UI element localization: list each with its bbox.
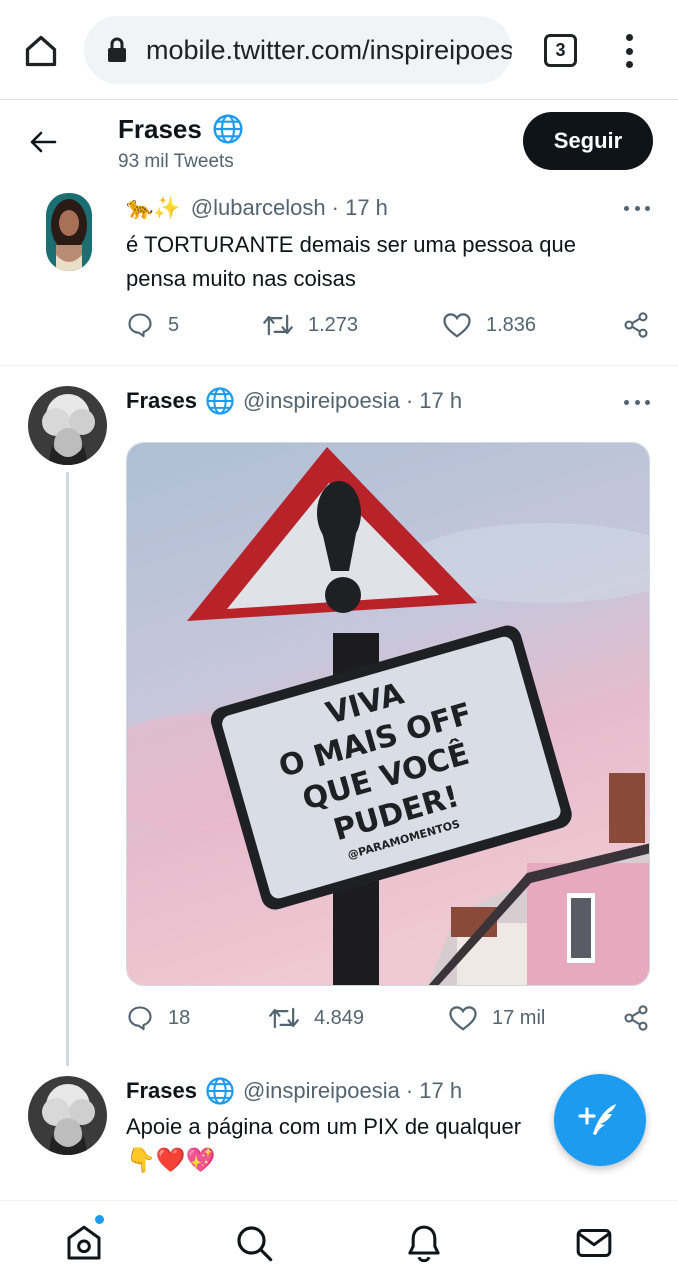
tweet-handle[interactable]: @inspireipoesia: [243, 1078, 400, 1104]
thread-line: [66, 472, 69, 1066]
share-button[interactable]: [622, 1004, 664, 1032]
globe-icon: [212, 113, 244, 145]
notification-dot: [95, 1215, 104, 1224]
share-icon: [624, 1005, 648, 1031]
heart-icon: [443, 313, 471, 338]
reply-button[interactable]: 18: [126, 1004, 190, 1032]
avatar[interactable]: [46, 193, 92, 271]
profile-name: Frases: [118, 113, 202, 144]
retweet-icon: [269, 1007, 299, 1029]
more-options-icon[interactable]: [624, 397, 650, 407]
mail-icon[interactable]: [574, 1223, 614, 1263]
share-icon: [624, 312, 648, 338]
lock-icon: [106, 36, 128, 64]
tweet-handle[interactable]: @inspireipoesia: [243, 388, 400, 414]
more-options-icon[interactable]: [624, 203, 650, 213]
like-button[interactable]: 1.836: [442, 311, 536, 339]
tweet-emoji-line: 👇❤️💖: [126, 1147, 216, 1174]
user-emoji: 🐆✨: [126, 195, 181, 220]
tweet-image[interactable]: VIVA O MAIS OFF QUE VOCÊ PUDER! @PARAMOM…: [126, 442, 650, 986]
avatar[interactable]: [28, 386, 107, 465]
reply-button[interactable]: 5: [126, 311, 179, 339]
tweet-author-name[interactable]: Frases: [126, 388, 197, 414]
tab-switcher-button[interactable]: 3: [544, 34, 577, 67]
reply-count: 5: [168, 313, 180, 336]
reply-count: 18: [168, 1006, 191, 1029]
retweet-count: 4.849: [314, 1006, 365, 1029]
tweet[interactable]: 🐆✨ @lubarcelosh · 17 h é TORTURANTE dema…: [0, 187, 678, 365]
feather-plus-icon: [578, 1104, 616, 1135]
browser-toolbar: mobile.twitter.com/inspireipoesia 3: [0, 0, 678, 100]
home-icon[interactable]: [64, 1223, 104, 1263]
home-icon[interactable]: [22, 32, 60, 70]
share-button[interactable]: [622, 311, 664, 339]
tweet-text: Apoie a página com um PIX de qualquer: [126, 1114, 522, 1139]
back-arrow-icon[interactable]: [28, 127, 58, 157]
bell-icon[interactable]: [404, 1223, 444, 1263]
tweet-count: 93 mil Tweets: [118, 151, 234, 172]
search-icon[interactable]: [234, 1223, 274, 1263]
retweet-count: 1.273: [308, 313, 359, 336]
heart-icon: [449, 1006, 477, 1031]
globe-icon: [205, 386, 235, 416]
url-text: mobile.twitter.com/inspireipoesia: [146, 34, 512, 65]
more-vert-icon[interactable]: [616, 34, 642, 68]
globe-icon: [205, 1076, 235, 1106]
tweet-author-name[interactable]: Frases: [126, 1078, 197, 1104]
reply-icon: [128, 313, 152, 338]
retweet-icon: [263, 314, 293, 336]
like-count: 17 mil: [492, 1006, 546, 1029]
tweet-text: é TORTURANTE demais ser uma pessoa que p…: [126, 232, 576, 291]
like-count: 1.836: [486, 313, 537, 336]
tweet-handle[interactable]: @lubarcelosh: [191, 195, 326, 221]
retweet-button[interactable]: 4.849: [268, 1004, 364, 1032]
like-button[interactable]: 17 mil: [448, 1004, 545, 1032]
follow-button[interactable]: Seguir: [523, 112, 653, 170]
reply-icon: [128, 1006, 152, 1031]
bottom-navigation: [0, 1200, 678, 1280]
tweet-time[interactable]: · 17 h: [406, 1078, 462, 1104]
address-bar[interactable]: mobile.twitter.com/inspireipoesia: [84, 16, 512, 84]
avatar[interactable]: [28, 1076, 107, 1155]
compose-tweet-button[interactable]: [554, 1074, 646, 1166]
retweet-button[interactable]: 1.273: [262, 311, 358, 339]
tweet-time[interactable]: · 17 h: [406, 388, 462, 414]
tweet-time[interactable]: · 17 h: [332, 195, 388, 221]
